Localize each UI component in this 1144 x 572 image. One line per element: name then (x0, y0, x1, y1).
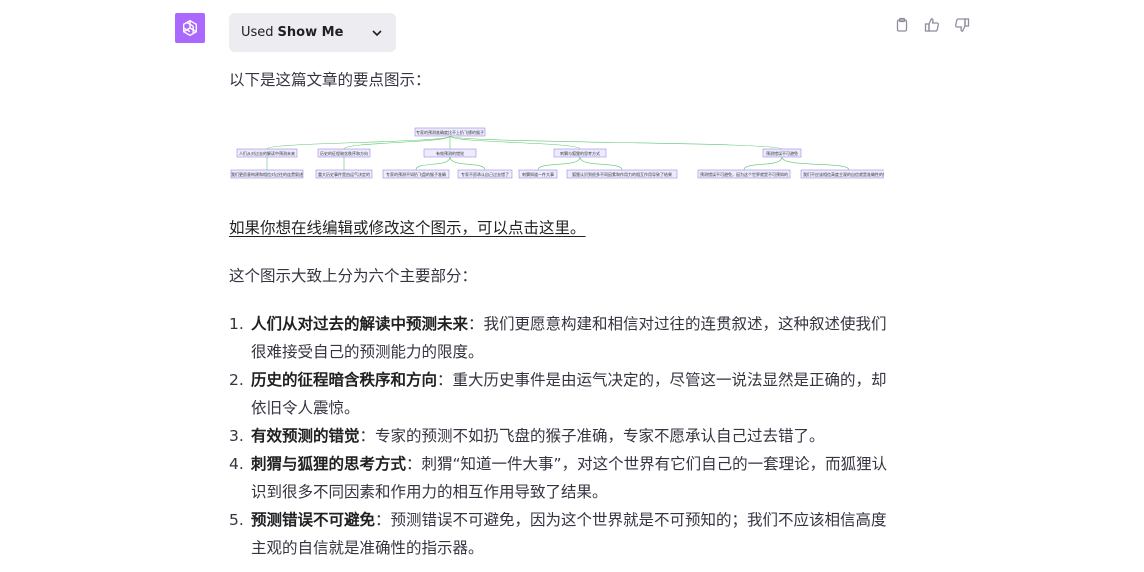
key-point-title: 刺猬与狐狸的思考方式 (251, 455, 407, 473)
key-point-title: 历史的征程暗含秩序和方向 (251, 371, 438, 389)
key-point-title: 预测错误不可避免 (251, 511, 376, 529)
mindmap-branch-label: 刺猬与狐狸的思考方式 (560, 150, 600, 156)
key-points-list: 1. 人们从对过去的解读中预测未来：我们更愿意构建和相信对过往的连贯叙述，这种叙述… (229, 310, 889, 562)
key-point-number: 1. (229, 315, 244, 333)
mindmap-branch-label: 历史的征程暗含秩序和方向 (320, 150, 368, 156)
mindmap-edge (415, 156, 451, 171)
thumbs-up-icon[interactable] (923, 16, 941, 34)
key-point-title: 有效预测的错觉 (251, 427, 360, 445)
key-point-item: 3. 有效预测的错觉：专家的预测不如扔飞盘的猴子准确，专家不愿承认自己过去错了。 (229, 422, 889, 450)
assistant-avatar (175, 13, 205, 43)
mindmap-edge (449, 135, 581, 150)
key-point-item: 1. 人们从对过去的解读中预测未来：我们更愿意构建和相信对过往的连贯叙述，这种叙述… (229, 310, 889, 366)
mindmap-edge (579, 156, 623, 171)
intro-text: 以下是这篇文章的要点图示： (229, 71, 431, 89)
mindmap-leaf-label: 预测错误不可避免，因为这个世界就是不可预知的 (700, 171, 788, 177)
key-point-item: 4. 刺猬与狐狸的思考方式：刺猬“知道一件大事”，对这个世界有它们自己的一套理论，… (229, 450, 889, 506)
mindmap-edge (266, 135, 451, 150)
mindmap-leaf-label: 狐狸认识到很多不同因素和作用力的相互作用导致了结果 (572, 171, 672, 177)
summary-text: 这个图示大致上分为六个主要部分： (229, 267, 478, 285)
mindmap-edge (537, 156, 581, 171)
assistant-message: 以下是这篇文章的要点图示： (229, 66, 879, 94)
key-point-text: ：专家的预测不如扔飞盘的猴子准确，专家不愿承认自己过去错了。 (359, 427, 825, 445)
thumbs-down-icon[interactable] (953, 16, 971, 34)
key-point-number: 3. (229, 427, 244, 445)
key-point-number: 4. (229, 455, 244, 473)
mindmap-leaf-label: 专家的预测不如扔飞盘的猴子准确 (386, 171, 446, 177)
openai-logo-icon (182, 19, 198, 37)
mindmap-leaf-label: 专家不愿承认自己过去错了 (461, 171, 509, 177)
mindmap-root-label: 专家的预测准确度比不上扔飞镖的猴子 (416, 129, 484, 135)
mindmap-edge (743, 156, 783, 171)
mindmap-leaf-label: 刺猬知道一件大事 (522, 171, 554, 177)
clipboard-icon[interactable] (893, 16, 911, 34)
message-actions (893, 16, 971, 34)
mindmap-branch-label: 有效预测的错觉 (436, 150, 464, 156)
key-point-number: 5. (229, 511, 244, 529)
mindmap-leaf-label: 我们不应该相信高度主观的自信就是准确性的指示器 (803, 171, 884, 177)
mindmap-edge (449, 156, 486, 171)
mindmap-leaf-label: 我们更愿意构建和相信对过往的连贯叙述 (231, 171, 303, 177)
tool-usage-toggle[interactable]: Used Show Me (229, 13, 396, 52)
key-point-item: 2. 历史的征程暗含秩序和方向：重大历史事件是由运气决定的，尽管这一说法显然是正确… (229, 366, 889, 422)
mindmap-branch-label: 人们从对过去的解读中预测未来 (239, 150, 295, 156)
mindmap-branch-label: 预测错误不可避免 (766, 150, 798, 156)
mindmap-leaf-label: 重大历史事件是由运气决定的 (318, 171, 370, 177)
mindmap-edge (781, 156, 850, 171)
tool-prefix: Used (241, 25, 274, 40)
mindmap-edge (449, 135, 783, 150)
key-point-number: 2. (229, 371, 244, 389)
edit-diagram-link[interactable]: 如果你想在线编辑或修改这个图示，可以点击这里。 (229, 214, 586, 242)
key-point-item: 5. 预测错误不可避免：预测错误不可避免，因为这个世界就是不可预知的；我们不应该相… (229, 506, 889, 562)
chevron-down-icon (370, 26, 384, 40)
tool-name: Show Me (277, 25, 344, 40)
key-point-title: 人们从对过去的解读中预测未来 (251, 315, 469, 333)
mindmap-diagram: 人们从对过去的解读中预测未来我们更愿意构建和相信对过往的连贯叙述 历史的征程暗含秩… (230, 127, 884, 179)
